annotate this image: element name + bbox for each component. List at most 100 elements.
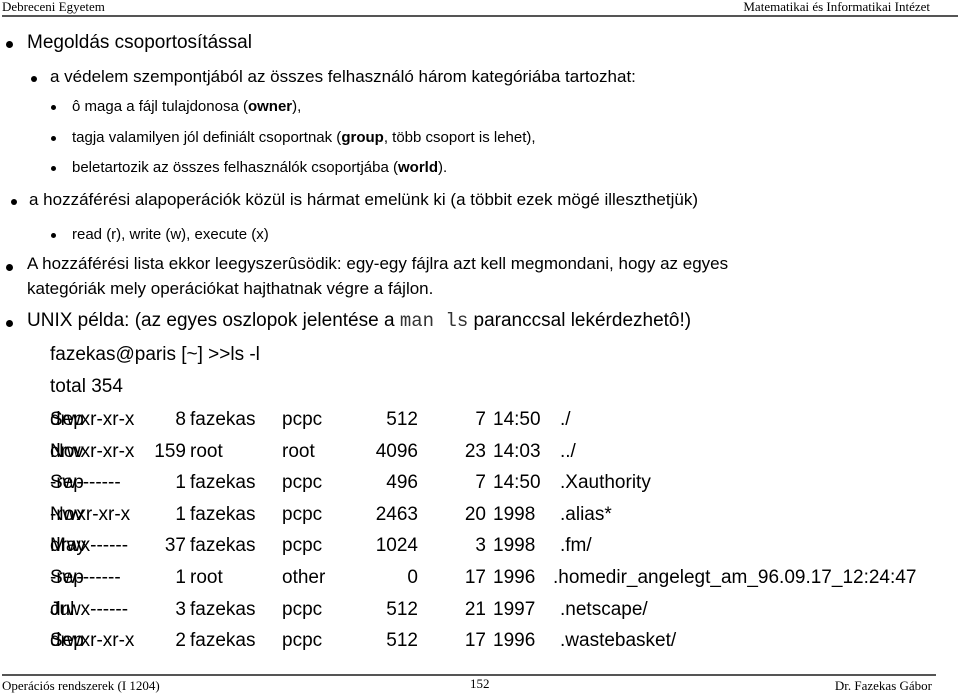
header-divider <box>2 15 958 17</box>
bullet-icon <box>6 320 13 327</box>
bullet-icon <box>6 41 13 48</box>
bullet-icon <box>51 233 56 238</box>
ls-cell-size: 1024 <box>375 535 418 557</box>
code-man-ls: man ls <box>399 310 469 332</box>
ls-cell-day: 23 <box>464 440 486 462</box>
text: UNIX példa: (az egyes oszlopok jelentése… <box>27 310 400 331</box>
ls-cell-name: .Xauthority <box>560 472 651 494</box>
header-institution: Debreceni Egyetem <box>2 0 105 14</box>
ls-cell-month: Sep <box>50 409 84 430</box>
text: tagja valamilyen jól definiált csoportna… <box>72 129 342 146</box>
bullet-icon <box>6 264 13 271</box>
ls-cell-size: 4096 <box>375 440 418 462</box>
ls-cell-size: 496 <box>386 472 418 494</box>
ls-cell-time: 1996 <box>493 630 536 652</box>
ls-cell-group: other <box>282 567 326 588</box>
ls-cell-time: 1996 <box>493 567 536 588</box>
bullet-world: beletartozik az összes felhasználók csop… <box>72 159 447 176</box>
footer-course: Operációs rendszerek (I 1204) <box>2 678 160 693</box>
ls-cell-name: ./ <box>560 409 571 430</box>
term-world: world <box>398 159 439 176</box>
ls-total: total 354 <box>50 376 123 397</box>
ls-cell-month: May <box>50 535 86 557</box>
ls-cell-size: 0 <box>407 567 418 588</box>
term-group: group <box>341 129 384 146</box>
ls-cell-group: pcpc <box>282 503 323 525</box>
bullet-icon <box>11 199 17 205</box>
ls-cell-group: pcpc <box>282 535 323 557</box>
page-header: Debreceni Egyetem Matematikai és Informa… <box>0 0 960 16</box>
text: paranccsal lekérdezhetô!) <box>468 310 692 331</box>
ls-cell-size: 2463 <box>375 503 418 525</box>
bullet-icon <box>51 166 56 171</box>
ls-cell-time: 14:50 <box>493 472 541 494</box>
text: beletartozik az összes felhasználók csop… <box>72 159 399 176</box>
bullet-rwx: read (r), write (w), execute (x) <box>72 226 269 243</box>
header-department: Matematikai és Informatikai Intézet <box>743 0 930 14</box>
ls-cell-group: pcpc <box>282 630 323 652</box>
ls-cell-time: 1997 <box>493 598 536 620</box>
ls-cell-size: 512 <box>386 630 418 652</box>
ls-cell-day: 7 <box>475 409 486 430</box>
ls-cell-name: .homedir_angelegt_am_96.09.17_12:24:47 <box>553 567 917 588</box>
ls-cell-links: 3 <box>175 598 186 620</box>
ls-cell-day: 20 <box>464 503 486 525</box>
ls-cell-day: 17 <box>464 630 486 652</box>
term-owner: owner <box>247 98 293 115</box>
ls-cell-month: Nov <box>50 503 84 525</box>
bullet-operations: a hozzáférési alapoperációk közül is hár… <box>29 190 698 209</box>
ls-cell-day: 17 <box>464 567 486 588</box>
footer-author: Dr. Fazekas Gábor <box>834 678 932 693</box>
text: , több csoport is lehet), <box>383 129 536 146</box>
ls-cell-day: 7 <box>475 472 486 494</box>
ls-cell-owner: fazekas <box>190 472 256 494</box>
ls-cell-month: Sep <box>50 630 84 652</box>
text: ô maga a fájl tulajdonosa ( <box>72 98 248 115</box>
ls-cell-time: 14:03 <box>493 440 541 462</box>
bullet-unix-example: UNIX példa: (az egyes oszlopok jelentése… <box>27 310 691 332</box>
bullet-icon <box>51 136 56 141</box>
ls-cell-links: 8 <box>175 409 186 430</box>
ls-cell-owner: fazekas <box>190 598 256 620</box>
bullet-title: Megoldás csoportosítással <box>27 32 252 53</box>
ls-cell-links: 1 <box>175 472 186 494</box>
ls-cell-links: 37 <box>164 535 186 557</box>
ls-cell-group: pcpc <box>282 472 323 494</box>
ls-cell-name: ../ <box>560 440 576 462</box>
ls-cell-name: .wastebasket/ <box>560 630 677 652</box>
ls-cell-size: 512 <box>386 598 418 620</box>
bullet-icon <box>51 105 56 110</box>
ls-cell-month: Nov <box>50 440 84 462</box>
ls-cell-links: 159 <box>154 440 186 462</box>
ls-cell-group: pcpc <box>282 409 323 430</box>
bullet-access-list-line1: A hozzáférési lista ekkor leegyszerûsödi… <box>27 254 729 273</box>
page-number: 152 <box>470 676 490 691</box>
ls-cell-group: root <box>282 440 315 462</box>
ls-cell-owner: root <box>190 567 223 588</box>
ls-cell-time: 1998 <box>493 503 536 525</box>
ls-cell-time: 14:50 <box>493 409 541 430</box>
bullet-group: tagja valamilyen jól definiált csoportna… <box>72 129 536 146</box>
bullet-icon <box>31 76 37 82</box>
ls-cell-day: 21 <box>464 598 486 620</box>
ls-cell-month: Sep <box>50 472 84 494</box>
ls-cell-name: .alias* <box>560 503 612 525</box>
ls-cell-owner: fazekas <box>190 630 256 652</box>
footer-divider <box>2 674 936 676</box>
ls-cell-name: .fm/ <box>560 535 592 557</box>
ls-cell-owner: root <box>190 440 223 462</box>
bullet-access-list-line2: kategóriák mely operációkat hajthatnak v… <box>27 279 434 298</box>
ls-cell-links: 2 <box>175 630 186 652</box>
ls-cell-name: .netscape/ <box>560 598 648 620</box>
text: ), <box>292 98 302 115</box>
bullet-owner: ô maga a fájl tulajdonosa (owner), <box>72 98 301 115</box>
ls-cell-links: 1 <box>175 567 186 588</box>
ls-cell-month: Jul <box>50 598 75 620</box>
ls-cell-day: 3 <box>475 535 486 557</box>
text: ). <box>438 159 448 176</box>
ls-cell-owner: fazekas <box>190 409 256 430</box>
shell-prompt: fazekas@paris [~] >>ls -l <box>50 344 260 365</box>
ls-cell-month: Sep <box>50 567 84 588</box>
bullet-categories: a védelem szempontjából az összes felhas… <box>50 67 636 86</box>
ls-cell-size: 512 <box>386 409 418 430</box>
